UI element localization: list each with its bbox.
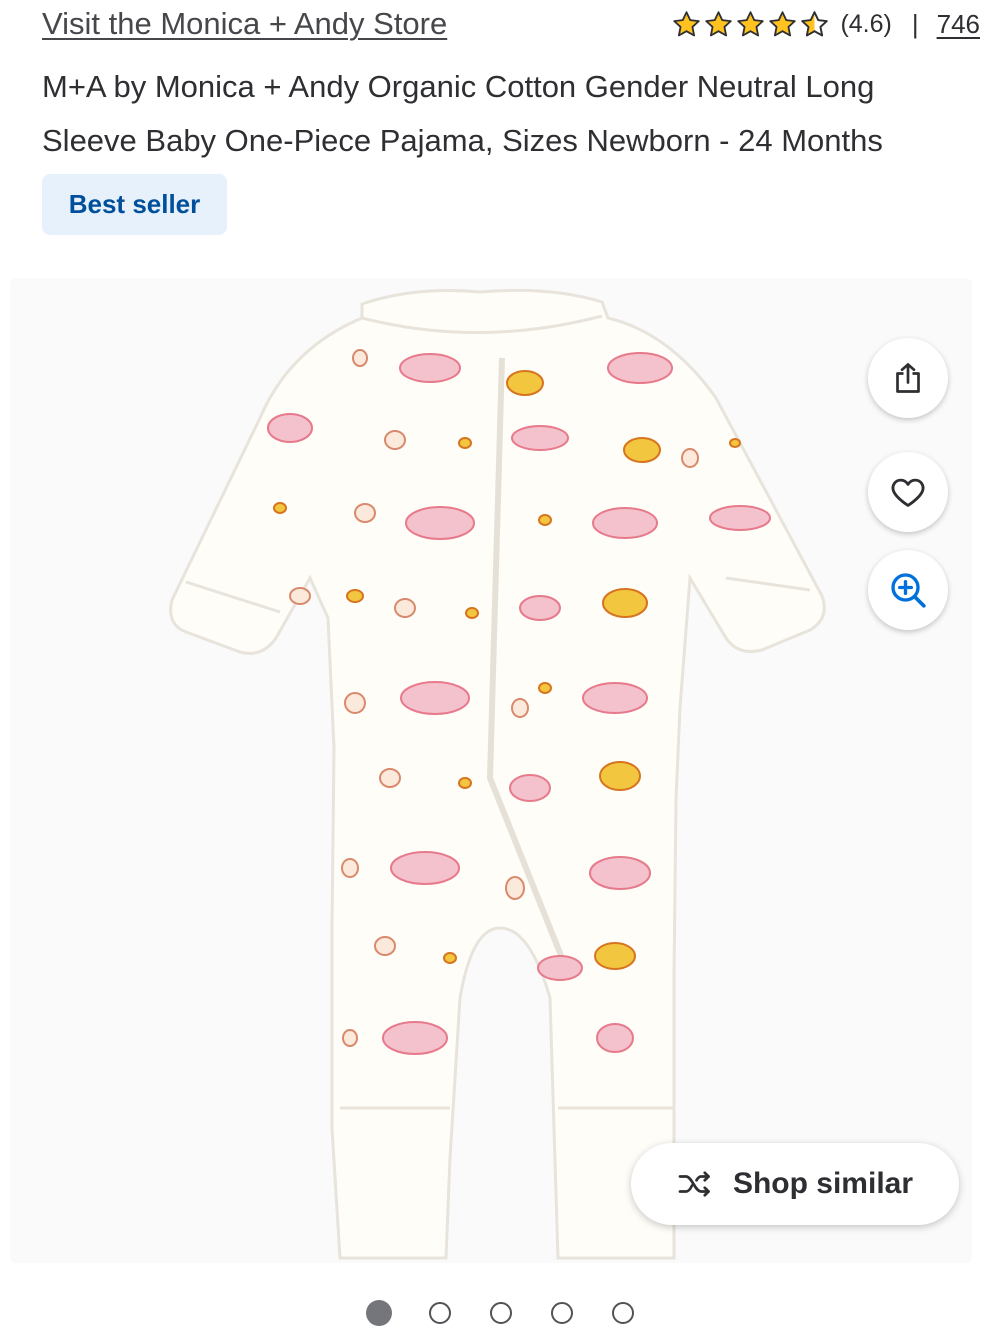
store-rating-row: Visit the Monica + Andy Store (4.6) | 74… bbox=[42, 6, 982, 46]
rating-summary[interactable]: (4.6) | 746 bbox=[671, 6, 980, 42]
product-image[interactable] bbox=[10, 278, 972, 1263]
store-link[interactable]: Visit the Monica + Andy Store bbox=[42, 6, 447, 42]
rating-value: (4.6) bbox=[840, 9, 892, 38]
carousel-dot-3[interactable] bbox=[490, 1302, 512, 1324]
star-full-icon bbox=[737, 10, 765, 36]
carousel-pagination bbox=[0, 1298, 1000, 1330]
favorite-button[interactable] bbox=[868, 452, 948, 532]
review-count-link[interactable]: 746 bbox=[937, 9, 980, 40]
star-full-icon bbox=[673, 10, 701, 36]
share-icon bbox=[896, 363, 920, 393]
shuffle-icon bbox=[678, 1171, 710, 1197]
carousel-dot-2[interactable] bbox=[429, 1302, 451, 1324]
star-half-icon bbox=[801, 10, 829, 36]
star-full-icon bbox=[705, 10, 733, 36]
heart-icon bbox=[891, 478, 925, 507]
best-seller-badge: Best seller bbox=[42, 174, 227, 235]
rating-separator: | bbox=[911, 8, 919, 39]
rating-stars bbox=[671, 9, 830, 40]
product-title: M+A by Monica + Andy Organic Cotton Gend… bbox=[42, 69, 883, 158]
carousel-dot-4[interactable] bbox=[551, 1302, 573, 1324]
product-image-carousel[interactable] bbox=[10, 278, 972, 1263]
zoom-in-icon bbox=[891, 573, 926, 608]
shop-similar-label: Shop similar bbox=[732, 1167, 914, 1200]
zoom-button[interactable] bbox=[868, 550, 948, 630]
carousel-dot-5[interactable] bbox=[612, 1302, 634, 1324]
share-button[interactable] bbox=[868, 338, 948, 418]
shop-similar-button[interactable]: Shop similar bbox=[631, 1143, 959, 1225]
star-full-icon bbox=[769, 10, 797, 36]
carousel-dot-1[interactable] bbox=[366, 1300, 392, 1326]
